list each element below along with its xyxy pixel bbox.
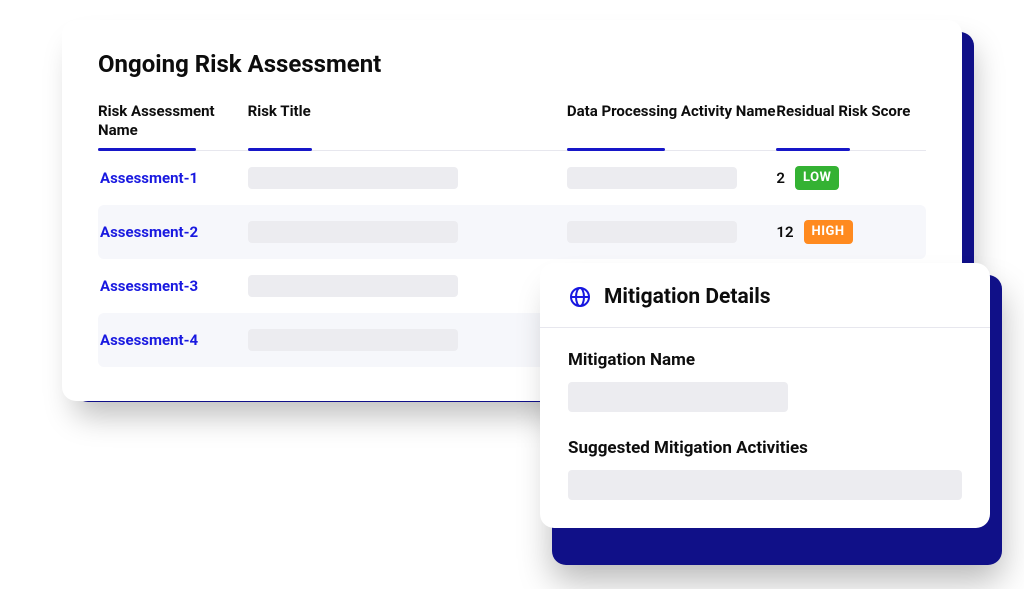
globe-icon — [568, 285, 592, 309]
col-header-title[interactable]: Risk Title — [248, 102, 567, 150]
score-cell: 2 LOW — [776, 166, 926, 190]
risk-badge-high: HIGH — [804, 220, 853, 244]
mitigation-name-field[interactable] — [568, 382, 788, 412]
placeholder — [567, 221, 737, 243]
col-header-score-label: Residual Risk Score — [776, 102, 910, 120]
col-header-score[interactable]: Residual Risk Score — [776, 102, 926, 150]
assessment-link[interactable]: Assessment-4 — [98, 331, 248, 349]
popover-body: Mitigation Name Suggested Mitigation Act… — [540, 328, 990, 500]
page-title: Ongoing Risk Assessment — [98, 50, 926, 78]
suggested-activities-field[interactable] — [568, 470, 962, 500]
col-header-dpa-label: Data Processing Activity Name — [567, 102, 776, 120]
risk-title-cell — [248, 329, 567, 351]
placeholder — [248, 167, 458, 189]
placeholder — [248, 221, 458, 243]
col-header-title-label: Risk Title — [248, 102, 311, 120]
popover-title: Mitigation Details — [604, 285, 771, 309]
score-cell: 12 HIGH — [776, 220, 926, 244]
risk-title-cell — [248, 167, 567, 189]
score-value: 2 — [776, 169, 785, 187]
dpa-cell — [567, 221, 777, 243]
score-value: 12 — [776, 223, 793, 241]
placeholder — [248, 329, 458, 351]
placeholder — [567, 167, 737, 189]
assessment-link[interactable]: Assessment-1 — [98, 169, 248, 187]
table-row[interactable]: Assessment-2 12 HIGH — [98, 205, 926, 259]
popover-header: Mitigation Details — [540, 263, 990, 328]
risk-badge-low: LOW — [795, 166, 839, 190]
risk-title-cell — [248, 221, 567, 243]
col-header-name-label: Risk Assessment Name — [98, 102, 215, 139]
risk-title-cell — [248, 275, 567, 297]
col-header-dpa[interactable]: Data Processing Activity Name — [567, 102, 777, 150]
mitigation-name-label: Mitigation Name — [568, 350, 962, 370]
assessment-link[interactable]: Assessment-3 — [98, 277, 248, 295]
table-header: Risk Assessment Name Risk Title Data Pro… — [98, 102, 926, 151]
assessment-link[interactable]: Assessment-2 — [98, 223, 248, 241]
col-header-name[interactable]: Risk Assessment Name — [98, 102, 248, 150]
dpa-cell — [567, 167, 777, 189]
suggested-activities-label: Suggested Mitigation Activities — [568, 438, 962, 458]
table-row[interactable]: Assessment-1 2 LOW — [98, 151, 926, 205]
placeholder — [248, 275, 458, 297]
mitigation-details-popover: Mitigation Details Mitigation Name Sugge… — [540, 263, 990, 528]
